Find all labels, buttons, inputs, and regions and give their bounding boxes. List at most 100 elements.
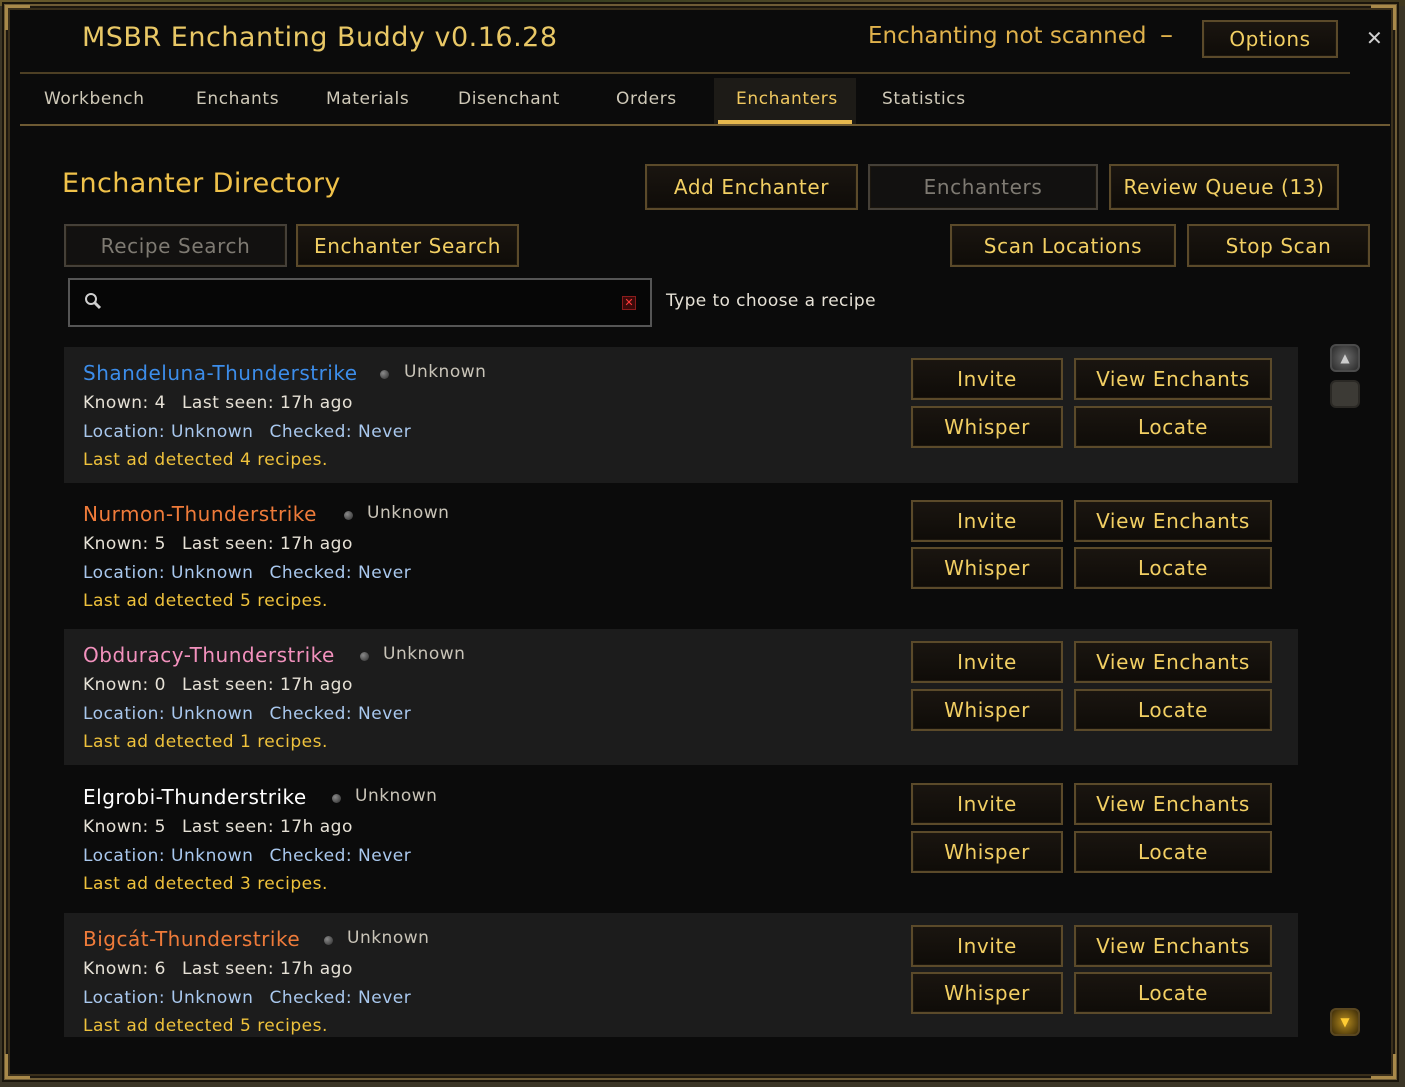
presence-status: Unknown bbox=[367, 503, 450, 523]
known-count: Known: 0 bbox=[83, 675, 166, 695]
scroll-up-icon[interactable]: ▲ bbox=[1330, 344, 1360, 372]
title-bar[interactable]: MSBR Enchanting Buddy v0.16.28 Enchantin… bbox=[20, 14, 1350, 74]
page-title: Enchanter Directory bbox=[62, 168, 341, 199]
last-seen: Last seen: 17h ago bbox=[181, 393, 353, 413]
review-queue-button[interactable]: Review Queue (13) bbox=[1109, 164, 1339, 210]
search-hint-text: Type to choose a recipe bbox=[666, 291, 876, 311]
tab-workbench[interactable]: Workbench bbox=[44, 89, 145, 109]
last-ad-text: Last ad detected 5 recipes. bbox=[83, 1016, 328, 1036]
last-ad-text: Last ad detected 1 recipes. bbox=[83, 732, 328, 752]
status-dot-icon bbox=[324, 936, 333, 945]
tab-statistics[interactable]: Statistics bbox=[882, 89, 966, 109]
enchanters-button[interactable]: Enchanters bbox=[868, 164, 1098, 210]
scroll-thumb-icon[interactable] bbox=[1330, 380, 1360, 408]
close-icon[interactable]: ✕ bbox=[1366, 26, 1383, 50]
view-enchants-button[interactable]: View Enchants bbox=[1074, 641, 1272, 683]
known-count: Known: 4 bbox=[83, 393, 166, 413]
recipe-search-field[interactable]: ✕ bbox=[68, 278, 652, 327]
last-seen: Last seen: 17h ago bbox=[181, 675, 353, 695]
status-dot-icon bbox=[332, 794, 341, 803]
clear-x-icon[interactable]: ✕ bbox=[622, 296, 636, 310]
stop-scan-button[interactable]: Stop Scan bbox=[1187, 224, 1370, 267]
whisper-button[interactable]: Whisper bbox=[911, 689, 1063, 731]
scroll-bottom-icon[interactable]: ▼ bbox=[1330, 1008, 1360, 1036]
status-dot-icon bbox=[344, 511, 353, 520]
frame-corner-ornament bbox=[5, 1054, 30, 1079]
location: Location: Unknown bbox=[83, 563, 254, 583]
view-enchants-button[interactable]: View Enchants bbox=[1074, 500, 1272, 542]
enchanter-name[interactable]: Obduracy-Thunderstrike bbox=[83, 643, 335, 667]
known-line: Known: 4 Last seen: 17h ago bbox=[83, 393, 353, 413]
known-line: Known: 5 Last seen: 17h ago bbox=[83, 817, 353, 837]
checked: Checked: Never bbox=[269, 563, 412, 583]
locate-button[interactable]: Locate bbox=[1074, 406, 1272, 448]
known-count: Known: 5 bbox=[83, 817, 166, 837]
active-tab-underline bbox=[718, 120, 852, 124]
locate-button[interactable]: Locate bbox=[1074, 972, 1272, 1014]
search-input[interactable] bbox=[114, 288, 608, 318]
presence-status: Unknown bbox=[347, 928, 430, 948]
known-line: Known: 6 Last seen: 17h ago bbox=[83, 959, 353, 979]
last-ad-text: Last ad detected 3 recipes. bbox=[83, 874, 328, 894]
frame-corner-ornament bbox=[1371, 1054, 1396, 1079]
known-count: Known: 6 bbox=[83, 959, 166, 979]
invite-button[interactable]: Invite bbox=[911, 358, 1063, 400]
add-enchanter-button[interactable]: Add Enchanter bbox=[645, 164, 858, 210]
known-line: Known: 0 Last seen: 17h ago bbox=[83, 675, 353, 695]
presence-status: Unknown bbox=[355, 786, 438, 806]
location-line: Location: Unknown Checked: Never bbox=[83, 422, 411, 442]
locate-button[interactable]: Locate bbox=[1074, 689, 1272, 731]
tab-disenchant[interactable]: Disenchant bbox=[458, 89, 560, 109]
view-enchants-button[interactable]: View Enchants bbox=[1074, 925, 1272, 967]
tab-enchanters[interactable]: Enchanters bbox=[736, 89, 838, 109]
location-line: Location: Unknown Checked: Never bbox=[83, 704, 411, 724]
invite-button[interactable]: Invite bbox=[911, 641, 1063, 683]
location-line: Location: Unknown Checked: Never bbox=[83, 988, 411, 1008]
whisper-button[interactable]: Whisper bbox=[911, 406, 1063, 448]
minimize-button[interactable]: – bbox=[1160, 20, 1173, 50]
last-seen: Last seen: 17h ago bbox=[181, 534, 353, 554]
last-ad-text: Last ad detected 5 recipes. bbox=[83, 591, 328, 611]
invite-button[interactable]: Invite bbox=[911, 783, 1063, 825]
whisper-button[interactable]: Whisper bbox=[911, 547, 1063, 589]
presence-status: Unknown bbox=[404, 362, 487, 382]
known-line: Known: 5 Last seen: 17h ago bbox=[83, 534, 353, 554]
location-line: Location: Unknown Checked: Never bbox=[83, 563, 411, 583]
checked: Checked: Never bbox=[269, 422, 412, 442]
enchanter-name[interactable]: Shandeluna-Thunderstrike bbox=[83, 361, 358, 385]
tab-bar: Workbench Enchants Materials Disenchant … bbox=[20, 76, 1390, 126]
tab-orders[interactable]: Orders bbox=[616, 89, 677, 109]
presence-status: Unknown bbox=[383, 644, 466, 664]
locate-button[interactable]: Locate bbox=[1074, 831, 1272, 873]
checked: Checked: Never bbox=[269, 704, 412, 724]
enchanter-name[interactable]: Elgrobi-Thunderstrike bbox=[83, 785, 307, 809]
invite-button[interactable]: Invite bbox=[911, 500, 1063, 542]
magnifier-icon bbox=[84, 292, 102, 314]
status-dot-icon bbox=[380, 370, 389, 379]
options-button[interactable]: Options bbox=[1202, 20, 1338, 58]
addon-window: MSBR Enchanting Buddy v0.16.28 Enchantin… bbox=[4, 4, 1397, 1080]
status-dot-icon bbox=[360, 652, 369, 661]
view-enchants-button[interactable]: View Enchants bbox=[1074, 783, 1272, 825]
recipe-search-tab[interactable]: Recipe Search bbox=[64, 224, 287, 267]
scan-locations-button[interactable]: Scan Locations bbox=[950, 224, 1176, 267]
whisper-button[interactable]: Whisper bbox=[911, 831, 1063, 873]
enchanter-name[interactable]: Bigcát-Thunderstrike bbox=[83, 927, 300, 951]
enchanter-search-tab[interactable]: Enchanter Search bbox=[296, 224, 519, 267]
last-ad-text: Last ad detected 4 recipes. bbox=[83, 450, 328, 470]
tab-materials[interactable]: Materials bbox=[326, 89, 409, 109]
location: Location: Unknown bbox=[83, 846, 254, 866]
view-enchants-button[interactable]: View Enchants bbox=[1074, 358, 1272, 400]
location: Location: Unknown bbox=[83, 704, 254, 724]
known-count: Known: 5 bbox=[83, 534, 166, 554]
enchanter-name[interactable]: Nurmon-Thunderstrike bbox=[83, 502, 317, 526]
checked: Checked: Never bbox=[269, 846, 412, 866]
window-title: MSBR Enchanting Buddy v0.16.28 bbox=[82, 22, 558, 53]
last-seen: Last seen: 17h ago bbox=[181, 959, 353, 979]
location-line: Location: Unknown Checked: Never bbox=[83, 846, 411, 866]
locate-button[interactable]: Locate bbox=[1074, 547, 1272, 589]
tab-enchants[interactable]: Enchants bbox=[196, 89, 279, 109]
invite-button[interactable]: Invite bbox=[911, 925, 1063, 967]
whisper-button[interactable]: Whisper bbox=[911, 972, 1063, 1014]
location: Location: Unknown bbox=[83, 988, 254, 1008]
